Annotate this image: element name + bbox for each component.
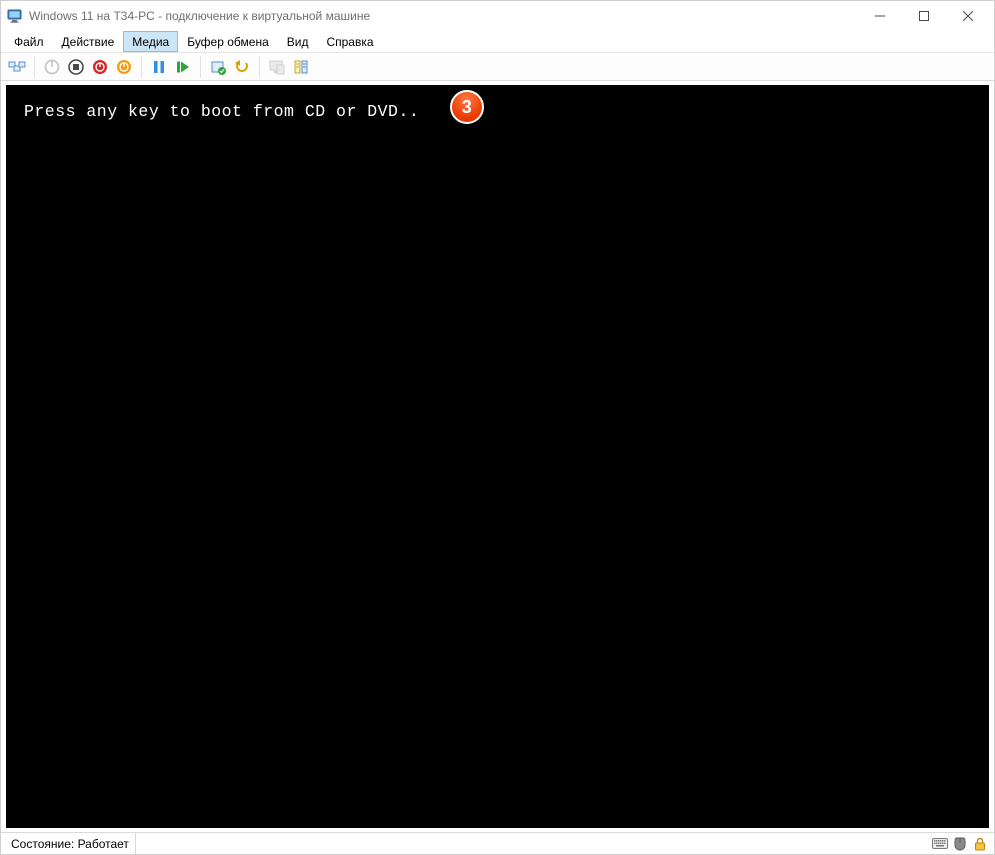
menu-file[interactable]: Файл <box>5 31 53 52</box>
shut-down-button[interactable] <box>88 55 112 79</box>
window-title: Windows 11 на T34-PC - подключение к вир… <box>29 9 370 23</box>
start-button[interactable] <box>40 55 64 79</box>
mouse-indicator-icon <box>951 835 969 853</box>
pause-button[interactable] <box>147 55 171 79</box>
share-button[interactable] <box>289 55 313 79</box>
ctrl-alt-del-icon <box>8 58 26 76</box>
menu-media[interactable]: Медиа <box>123 31 178 52</box>
boot-prompt-text: Press any key to boot from CD or DVD.. <box>24 102 419 121</box>
share-icon <box>293 59 309 75</box>
status-cell: Состояние: Работает <box>5 833 136 854</box>
power-stop-icon <box>68 59 84 75</box>
minimize-button[interactable] <box>858 1 902 31</box>
vm-connection-window: Windows 11 на T34-PC - подключение к вир… <box>0 0 995 855</box>
menu-help[interactable]: Справка <box>317 31 382 52</box>
turn-off-button[interactable] <box>64 55 88 79</box>
keyboard-indicator-icon <box>931 835 949 853</box>
power-start-icon <box>44 59 60 75</box>
toolbar-separator <box>141 56 142 78</box>
statusbar: Состояние: Работает <box>1 832 994 854</box>
revert-icon <box>234 59 250 75</box>
titlebar: Windows 11 на T34-PC - подключение к вир… <box>1 1 994 31</box>
menu-clipboard[interactable]: Буфер обмена <box>178 31 278 52</box>
vm-console[interactable]: Press any key to boot from CD or DVD.. 3 <box>6 85 989 828</box>
reset-button[interactable] <box>171 55 195 79</box>
annotation-number: 3 <box>462 97 473 118</box>
annotation-badge: 3 <box>450 90 484 124</box>
enhanced-session-button[interactable] <box>265 55 289 79</box>
revert-button[interactable] <box>230 55 254 79</box>
power-shutdown-icon <box>116 59 132 75</box>
save-button[interactable] <box>112 55 136 79</box>
power-off-icon <box>92 59 108 75</box>
checkpoint-icon <box>210 59 226 75</box>
menu-action[interactable]: Действие <box>53 31 124 52</box>
toolbar-separator <box>200 56 201 78</box>
menu-view[interactable]: Вид <box>278 31 318 52</box>
reset-icon <box>176 60 190 74</box>
toolbar-separator <box>34 56 35 78</box>
status-value: Работает <box>78 837 129 851</box>
toolbar-separator <box>259 56 260 78</box>
maximize-button[interactable] <box>902 1 946 31</box>
menubar: Файл Действие Медиа Буфер обмена Вид Спр… <box>1 31 994 53</box>
status-label: Состояние: <box>11 837 74 851</box>
checkpoint-button[interactable] <box>206 55 230 79</box>
pause-icon <box>152 60 166 74</box>
close-button[interactable] <box>946 1 990 31</box>
toolbar <box>1 53 994 81</box>
lock-indicator-icon <box>971 835 989 853</box>
enhanced-session-icon <box>269 59 285 75</box>
app-icon <box>7 8 23 24</box>
ctrl-alt-del-button[interactable] <box>5 55 29 79</box>
